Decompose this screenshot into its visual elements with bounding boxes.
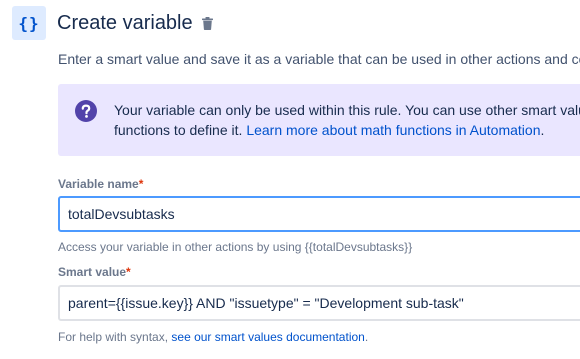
variable-icon-glyph: {} bbox=[18, 13, 40, 33]
info-line-2-prefix: functions to define it. bbox=[114, 122, 247, 138]
smart-value-value: parent={{issue.key}} AND "issuetype" = "… bbox=[68, 295, 464, 311]
variable-name-label-text: Variable name bbox=[58, 177, 139, 191]
smart-value-help: For help with syntax, see our smart valu… bbox=[58, 330, 368, 344]
smart-value-label-text: Smart value bbox=[58, 265, 127, 279]
variable-name-value: totalDevsubtasks bbox=[68, 206, 175, 222]
description-text: Enter a smart value and save it as a var… bbox=[58, 51, 580, 67]
variable-icon: {} bbox=[12, 6, 46, 40]
math-functions-link[interactable]: Learn more about math functions in Autom… bbox=[246, 122, 540, 138]
variable-name-label: Variable name* bbox=[58, 177, 143, 191]
info-panel: Your variable can only be used within th… bbox=[58, 84, 580, 156]
info-text: Your variable can only be used within th… bbox=[114, 100, 580, 140]
smart-value-input[interactable]: parent={{issue.key}} AND "issuetype" = "… bbox=[58, 285, 580, 321]
required-mark: * bbox=[138, 177, 144, 191]
variable-name-help: Access your variable in other actions by… bbox=[58, 240, 413, 254]
required-mark: * bbox=[126, 265, 131, 279]
info-line-1: Your variable can only be used within th… bbox=[114, 102, 580, 118]
page-title: Create variable bbox=[57, 11, 193, 34]
smart-value-help-suffix: . bbox=[364, 330, 369, 344]
variable-name-input[interactable]: totalDevsubtasks bbox=[58, 196, 580, 232]
info-line-2-suffix: . bbox=[540, 122, 545, 138]
trash-icon[interactable] bbox=[201, 15, 215, 31]
question-icon bbox=[75, 100, 97, 122]
header: {} Create variable bbox=[12, 6, 215, 40]
info-line-2: functions to define it. Learn more about… bbox=[114, 120, 580, 140]
smart-value-help-prefix: For help with syntax, bbox=[58, 330, 172, 344]
smart-values-docs-link[interactable]: see our smart values documentation bbox=[171, 330, 364, 344]
smart-value-label: Smart value* bbox=[58, 265, 131, 279]
create-variable-panel: {} Create variable Enter a smart value a… bbox=[0, 0, 580, 359]
